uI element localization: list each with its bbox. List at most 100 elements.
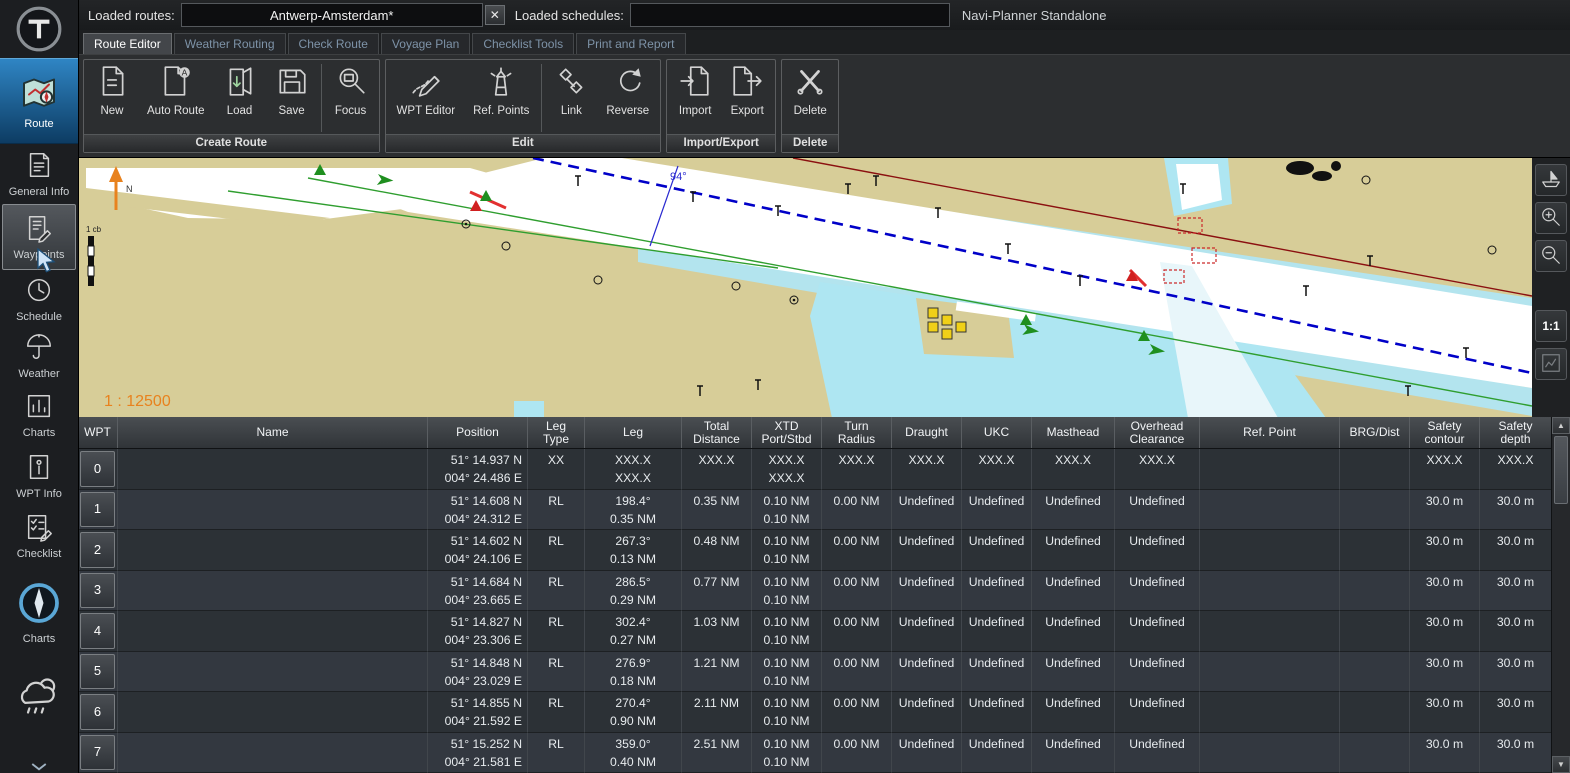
waypoint-row[interactable]: 251° 14.602 N004° 24.106 ERL267.3°0.13 N… xyxy=(78,530,1552,571)
chart-view[interactable]: 94° xyxy=(78,157,1532,418)
clear-route-button[interactable]: ✕ xyxy=(485,5,505,25)
cell-safety-contour: 30.0 m xyxy=(1410,611,1480,652)
app-logo-button[interactable] xyxy=(0,0,78,58)
column-header-ukc[interactable]: UKC xyxy=(962,417,1032,448)
wpt-number-button[interactable]: 1 xyxy=(80,492,115,528)
focus-button[interactable]: Focus xyxy=(325,62,377,119)
cell-ukc: Undefined xyxy=(962,652,1032,693)
waypoint-row[interactable]: 351° 14.684 N004° 23.665 ERL286.5°0.29 N… xyxy=(78,571,1552,612)
column-header-brg-dist[interactable]: BRG/Dist xyxy=(1340,417,1410,448)
column-header-safety-contour[interactable]: Safetycontour xyxy=(1410,417,1480,448)
save-button[interactable]: Save xyxy=(266,62,318,119)
column-header-turn-radius[interactable]: TurnRadius xyxy=(822,417,892,448)
chart-overview-button[interactable] xyxy=(1535,348,1567,380)
waypoint-row[interactable]: 651° 14.855 N004° 21.592 ERL270.4°0.90 N… xyxy=(78,692,1552,733)
wpt-number-button[interactable]: 7 xyxy=(80,735,115,771)
table-scrollbar[interactable]: ▲ ▼ xyxy=(1551,417,1570,773)
waypoint-row[interactable]: 551° 14.848 N004° 23.029 ERL276.9°0.18 N… xyxy=(78,652,1552,693)
cell-wpt[interactable]: 0 xyxy=(78,449,118,490)
cell-wpt[interactable]: 4 xyxy=(78,611,118,652)
import-button[interactable]: Import xyxy=(669,62,721,119)
cell-wpt[interactable]: 2 xyxy=(78,530,118,571)
scroll-up-arrow[interactable]: ▲ xyxy=(1552,417,1570,434)
scroll-down-arrow[interactable]: ▼ xyxy=(1552,756,1570,773)
waypoint-row[interactable]: 151° 14.608 N004° 24.312 ERL198.4°0.35 N… xyxy=(78,490,1552,531)
sidebar-item-weather-overview-icon[interactable] xyxy=(0,658,78,736)
auto-route-button[interactable]: AAuto Route xyxy=(138,62,214,119)
column-header-total-distance[interactable]: TotalDistance xyxy=(682,417,752,448)
sidebar-item-general-info[interactable]: General Info xyxy=(0,144,78,204)
reverse-button[interactable]: Reverse xyxy=(597,62,658,119)
loaded-routes-select[interactable]: Antwerp-Amsterdam* xyxy=(181,3,483,27)
column-header-xtd-port-stbd[interactable]: XTDPort/Stbd xyxy=(752,417,822,448)
tab-print-and-report[interactable]: Print and Report xyxy=(576,33,685,54)
cell-ukc: Undefined xyxy=(962,692,1032,733)
tab-weather-routing[interactable]: Weather Routing xyxy=(174,33,286,54)
ref-points-button[interactable]: Ref. Points xyxy=(464,62,538,119)
button-label: New xyxy=(100,105,123,117)
sidebar-scroll-down-button[interactable] xyxy=(0,761,78,773)
column-header-draught[interactable]: Draught xyxy=(892,417,962,448)
cell-wpt[interactable]: 5 xyxy=(78,652,118,693)
cell-name xyxy=(118,490,428,531)
sidebar-item-checklist[interactable]: Checklist xyxy=(0,506,78,566)
cell-safety-contour: 30.0 m xyxy=(1410,692,1480,733)
load-button[interactable]: Load xyxy=(214,62,266,119)
cell-turn-radius: 0.00 NM xyxy=(822,733,892,773)
wpt-number-button[interactable]: 6 xyxy=(80,694,115,730)
cell-safety-contour: 30.0 m xyxy=(1410,733,1480,773)
column-header-leg-type[interactable]: LegType xyxy=(528,417,585,448)
tab-check-route[interactable]: Check Route xyxy=(288,33,379,54)
column-header-wpt[interactable]: WPT xyxy=(78,417,118,448)
wpt-number-button[interactable]: 0 xyxy=(80,451,115,487)
column-header-masthead[interactable]: Masthead xyxy=(1032,417,1115,448)
column-header-position[interactable]: Position xyxy=(428,417,528,448)
tab-checklist-tools[interactable]: Checklist Tools xyxy=(472,33,574,54)
cell-wpt[interactable]: 1 xyxy=(78,490,118,531)
column-header-leg[interactable]: Leg xyxy=(585,417,682,448)
wpt-number-button[interactable]: 2 xyxy=(80,532,115,568)
tab-voyage-plan[interactable]: Voyage Plan xyxy=(381,33,470,54)
cell-wpt[interactable]: 6 xyxy=(78,692,118,733)
export-button[interactable]: Export xyxy=(721,62,773,119)
zoom-in-button[interactable] xyxy=(1535,202,1567,234)
nautical-chart[interactable]: 94° xyxy=(78,158,1532,418)
sidebar-item-schedule[interactable]: Schedule xyxy=(0,270,78,328)
tab-route-editor[interactable]: Route Editor xyxy=(83,33,172,54)
scrollbar-thumb[interactable] xyxy=(1554,436,1568,504)
sidebar-item-waypoints[interactable]: Waypoints xyxy=(2,204,76,270)
toolbar-divider xyxy=(541,64,542,132)
cell-overhead-clearance: Undefined xyxy=(1115,530,1200,571)
ship-position-button[interactable] xyxy=(1535,164,1567,196)
wpt-number-button[interactable]: 4 xyxy=(80,613,115,649)
scale-1-1-button[interactable]: 1:1 xyxy=(1535,310,1567,342)
column-header-overhead-clearance[interactable]: OverheadClearance xyxy=(1115,417,1200,448)
cell-overhead-clearance: Undefined xyxy=(1115,611,1200,652)
column-header-name[interactable]: Name xyxy=(118,417,428,448)
button-label: Load xyxy=(227,105,253,117)
sidebar-item-charts[interactable]: Charts xyxy=(0,384,78,446)
wpt-number-button[interactable]: 3 xyxy=(80,573,115,609)
column-header-safety-depth[interactable]: Safetydepth xyxy=(1480,417,1552,448)
loaded-schedules-select[interactable] xyxy=(630,3,950,27)
link-button[interactable]: Link xyxy=(545,62,597,119)
new-button[interactable]: New xyxy=(86,62,138,119)
waypoint-row[interactable]: 751° 15.252 N004° 21.581 ERL359.0°0.40 N… xyxy=(78,733,1552,773)
waypoint-row[interactable]: 051° 14.937 N004° 24.486 EXXXXX.XXXX.XXX… xyxy=(78,449,1552,490)
sidebar-item-wpt-info[interactable]: WPT Info xyxy=(0,446,78,506)
cell-wpt[interactable]: 3 xyxy=(78,571,118,612)
waypoint-row[interactable]: 451° 14.827 N004° 23.306 ERL302.4°0.27 N… xyxy=(78,611,1552,652)
delete-button[interactable]: Delete xyxy=(784,62,836,119)
sidebar-item-charts[interactable]: Charts xyxy=(0,566,78,658)
wpt-editor-button[interactable]: WPT Editor xyxy=(388,62,465,119)
wpt-number-button[interactable]: 5 xyxy=(80,654,115,690)
svg-text:A: A xyxy=(181,68,187,78)
zoom-out-button[interactable] xyxy=(1535,240,1567,272)
cell-turn-radius: 0.00 NM xyxy=(822,571,892,612)
cell-ukc: Undefined xyxy=(962,611,1032,652)
column-header-ref-point[interactable]: Ref. Point xyxy=(1200,417,1340,448)
cell-total-distance: 0.35 NM xyxy=(682,490,752,531)
sidebar-item-route[interactable]: Route xyxy=(0,58,78,144)
cell-wpt[interactable]: 7 xyxy=(78,733,118,773)
sidebar-item-weather[interactable]: Weather xyxy=(0,328,78,384)
